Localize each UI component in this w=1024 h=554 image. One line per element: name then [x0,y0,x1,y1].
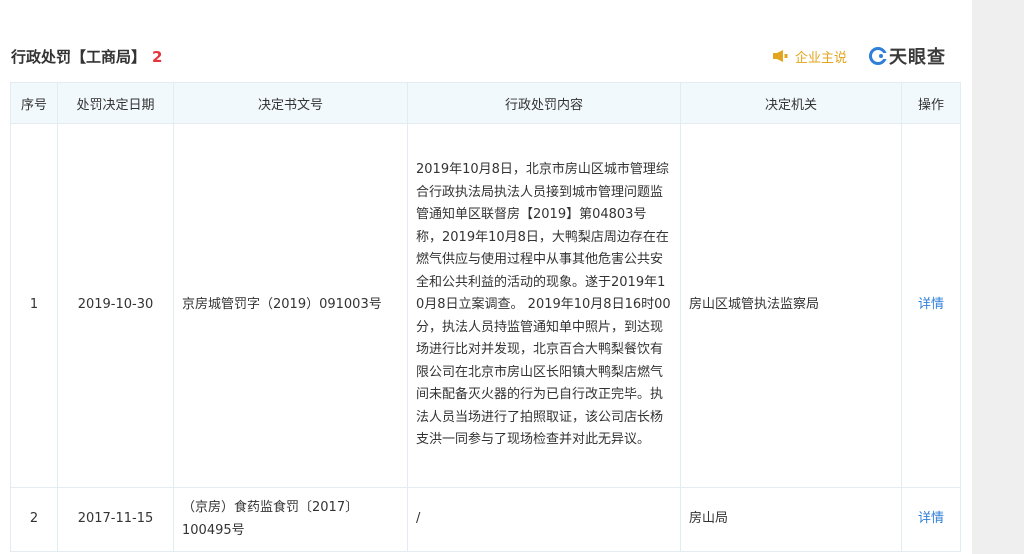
decision-authority: 房山区城管执法监察局 [680,123,902,488]
decision-doc-number: 京房城管罚字（2019）091003号 [173,123,408,488]
action-cell: 详情 [901,123,961,488]
right-gutter [972,0,1024,554]
column-header: 行政处罚内容 [407,82,681,124]
section-title-text: 行政处罚【工商局】 [11,48,147,66]
header-actions: 企业主说 天眼查 [772,44,946,68]
table-row: 1 2019-10-30 京房城管罚字（2019）091003号 2019年10… [10,123,961,488]
table-header-row: 序号 处罚决定日期 决定书文号 行政处罚内容 决定机关 操作 [10,82,961,124]
column-header: 操作 [901,82,961,124]
penalty-content: / [407,487,681,552]
penalty-table: 序号 处罚决定日期 决定书文号 行政处罚内容 决定机关 操作 1 2019-10… [10,82,961,552]
record-count: 2 [152,48,163,66]
tianyancha-logo-icon [869,47,888,65]
detail-link[interactable]: 详情 [918,297,944,312]
action-cell: 详情 [901,487,961,552]
detail-link[interactable]: 详情 [918,511,944,526]
promo-link[interactable]: 企业主说 [772,47,847,66]
penalty-date: 2019-10-30 [57,123,174,488]
penalty-content: 2019年10月8日，北京市房山区城市管理综合行政执法局执法人员接到城市管理问题… [407,123,681,488]
column-header: 处罚决定日期 [57,82,174,124]
column-header: 序号 [10,82,58,124]
brand-label: 天眼查 [889,47,947,68]
penalty-date: 2017-11-15 [57,487,174,552]
table-row: 2 2017-11-15 （京房）食药监食罚〔2017〕100495号 / 房山… [10,487,961,552]
brand-logo[interactable]: 天眼查 [869,43,946,69]
column-header: 决定书文号 [173,82,408,124]
penalty-content-text: 2019年10月8日，北京市房山区城市管理综合行政执法局执法人员接到城市管理问题… [416,162,671,448]
row-index: 1 [10,123,58,488]
decision-authority: 房山局 [680,487,902,552]
column-header: 决定机关 [680,82,902,124]
section-title: 行政处罚【工商局】 2 [11,46,162,68]
row-index: 2 [10,487,58,552]
megaphone-icon [773,50,788,62]
promo-label: 企业主说 [795,50,848,66]
decision-doc-number: （京房）食药监食罚〔2017〕100495号 [173,487,408,552]
